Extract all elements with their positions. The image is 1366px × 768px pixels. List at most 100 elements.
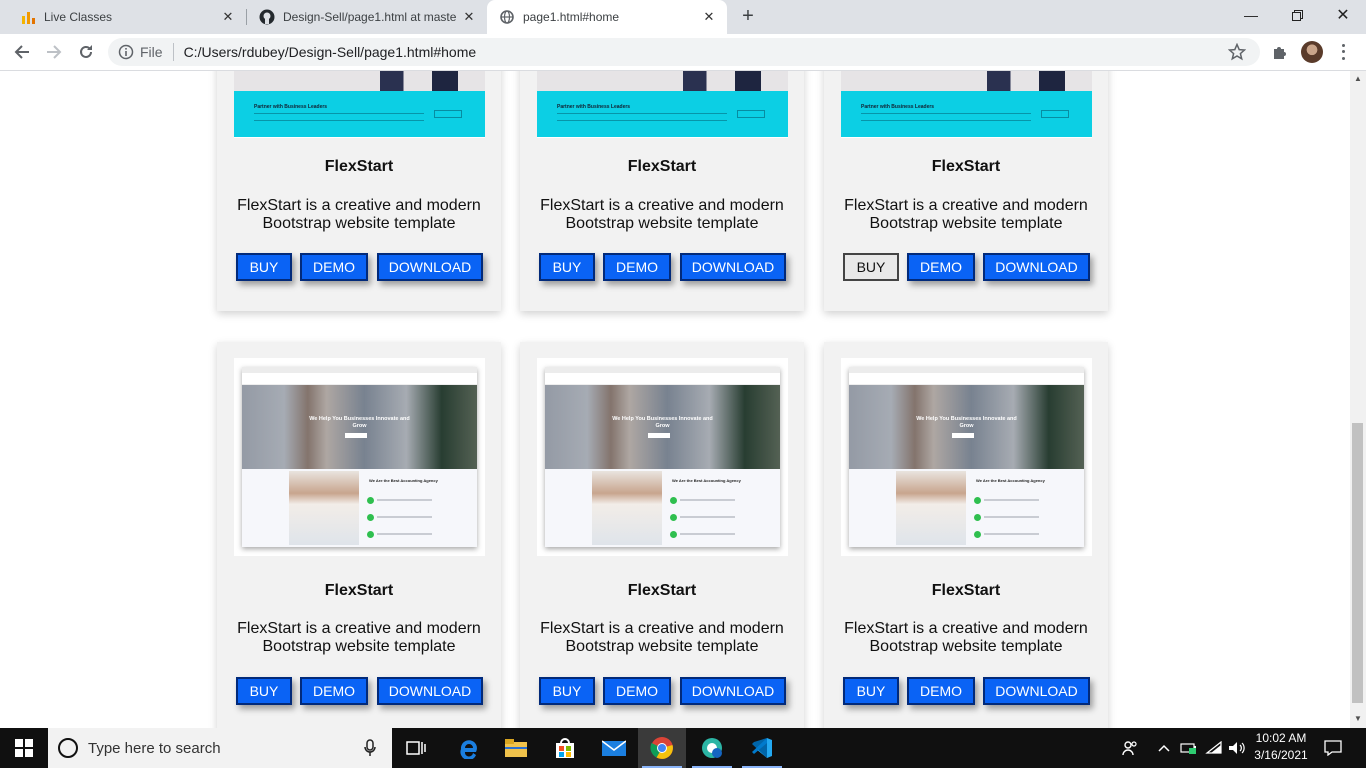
demo-button[interactable]: DEMO [300, 677, 368, 705]
card-title: FlexStart [324, 158, 394, 175]
system-clock[interactable]: 10:02 AM 3/16/2021 [1246, 730, 1316, 766]
buy-button[interactable]: BUY [539, 677, 595, 705]
thumb-caption: Partner with Business Leaders [861, 104, 935, 110]
taskbar-search-box[interactable]: Type here to search [48, 728, 392, 768]
demo-button[interactable]: DEMO [603, 677, 671, 705]
close-icon[interactable]: ✕ [220, 9, 236, 25]
demo-button[interactable]: DEMO [907, 253, 975, 281]
buy-button[interactable]: BUY [236, 253, 292, 281]
minimize-icon[interactable]: — [1228, 0, 1274, 30]
card-title: FlexStart [627, 582, 697, 599]
download-button[interactable]: DOWNLOAD [377, 253, 483, 281]
card-title: FlexStart [627, 158, 697, 175]
template-thumbnail[interactable]: We Help You Businesses Innovate and Grow… [234, 358, 485, 556]
chrome-icon[interactable] [638, 728, 686, 768]
browser-toolbar: File C:/Users/rdubey/Design-Sell/page1.h… [0, 34, 1366, 71]
demo-button[interactable]: DEMO [907, 677, 975, 705]
microphone-icon[interactable] [364, 739, 376, 757]
template-card: Partner with Business Leaders FlexStart … [520, 71, 804, 311]
thumb-headline: We Help You Businesses Innovate and Grow [916, 416, 1017, 429]
vscode-icon[interactable] [738, 728, 786, 768]
template-thumbnail[interactable]: Partner with Business Leaders [537, 71, 788, 138]
template-card: We Help You Businesses Innovate and Grow… [520, 342, 804, 728]
wifi-icon[interactable] [1203, 728, 1225, 768]
scroll-up-arrow-icon[interactable]: ▲ [1353, 74, 1363, 84]
reload-icon[interactable] [74, 40, 98, 64]
tab-page1[interactable]: page1.html#home ✕ [487, 0, 727, 34]
card-description: FlexStart is a creative and modern Boots… [844, 197, 1088, 232]
forward-arrow-icon[interactable] [42, 40, 66, 64]
buy-button[interactable]: BUY [539, 253, 595, 281]
scrollbar-thumb[interactable] [1352, 423, 1363, 703]
template-card: Partner with Business Leaders FlexStart … [824, 71, 1108, 311]
menu-kebab-icon[interactable] [1338, 42, 1348, 62]
search-placeholder: Type here to search [88, 739, 221, 757]
battery-icon[interactable] [1178, 728, 1200, 768]
back-arrow-icon[interactable] [10, 40, 34, 64]
card-description: FlexStart is a creative and modern Boots… [237, 620, 481, 655]
buy-button[interactable]: BUY [843, 677, 899, 705]
card-title: FlexStart [931, 158, 1001, 175]
taskbar: Type here to search 10:02 AM 3/16/2021 [0, 728, 1366, 768]
mail-icon[interactable] [590, 728, 638, 768]
notification-center-icon[interactable] [1318, 728, 1348, 768]
page-viewport: Partner with Business Leaders FlexStart … [0, 71, 1350, 728]
restore-icon[interactable] [1274, 0, 1320, 30]
tab-github[interactable]: Design-Sell/page1.html at maste ✕ [247, 0, 487, 34]
extensions-puzzle-icon[interactable] [1271, 43, 1289, 61]
template-card: Partner with Business Leaders FlexStart … [217, 71, 501, 311]
tab-title: page1.html#home [523, 10, 620, 24]
address-bar[interactable]: File C:/Users/rdubey/Design-Sell/page1.h… [108, 38, 1260, 66]
thumb-headline: We Help You Businesses Innovate and Grow [309, 416, 410, 429]
download-button[interactable]: DOWNLOAD [680, 677, 786, 705]
demo-button[interactable]: DEMO [300, 253, 368, 281]
template-thumbnail[interactable]: We Help You Businesses Innovate and Grow… [537, 358, 788, 556]
template-thumbnail[interactable]: Partner with Business Leaders [841, 71, 1092, 138]
close-window-icon[interactable]: ✕ [1320, 0, 1366, 30]
cortana-icon [58, 738, 78, 758]
people-icon[interactable] [1118, 728, 1142, 768]
card-description: FlexStart is a creative and modern Boots… [237, 197, 481, 232]
info-icon[interactable] [118, 44, 134, 60]
close-icon[interactable]: ✕ [461, 9, 477, 25]
thumb-subheading: We Are the Best Accounting Agency [976, 478, 1045, 483]
edge-icon[interactable] [444, 728, 492, 768]
url-text[interactable]: C:/Users/rdubey/Design-Sell/page1.html#h… [184, 44, 477, 60]
scheme-label: File [140, 44, 163, 60]
tab-strip: Live Classes ✕ Design-Sell/page1.html at… [0, 0, 1366, 34]
bookmark-star-icon[interactable] [1227, 42, 1247, 61]
edge-beta-icon[interactable] [688, 728, 736, 768]
speaker-icon[interactable] [1226, 728, 1248, 768]
template-card: We Help You Businesses Innovate and Grow… [824, 342, 1108, 728]
download-button[interactable]: DOWNLOAD [680, 253, 786, 281]
buy-button[interactable]: BUY [236, 677, 292, 705]
demo-button[interactable]: DEMO [603, 253, 671, 281]
task-view-icon[interactable] [392, 728, 440, 768]
windows-start-icon[interactable] [0, 728, 48, 768]
thumb-headline: We Help You Businesses Innovate and Grow [612, 416, 713, 429]
card-description: FlexStart is a creative and modern Boots… [540, 620, 784, 655]
file-explorer-icon[interactable] [492, 728, 540, 768]
tab-live-classes[interactable]: Live Classes ✕ [0, 0, 246, 34]
clock-time: 10:02 AM [1255, 731, 1307, 745]
close-icon[interactable]: ✕ [701, 9, 717, 25]
download-button[interactable]: DOWNLOAD [983, 253, 1090, 281]
card-description: FlexStart is a creative and modern Boots… [540, 197, 784, 232]
scroll-down-arrow-icon[interactable]: ▼ [1353, 714, 1363, 724]
download-button[interactable]: DOWNLOAD [983, 677, 1090, 705]
buy-button[interactable]: BUY [843, 253, 899, 281]
template-thumbnail[interactable]: We Help You Businesses Innovate and Grow… [841, 358, 1092, 556]
chevron-up-icon[interactable] [1155, 728, 1173, 768]
new-tab-button[interactable]: + [737, 5, 759, 27]
download-button[interactable]: DOWNLOAD [377, 677, 483, 705]
template-thumbnail[interactable]: Partner with Business Leaders [234, 71, 485, 138]
template-card: We Help You Businesses Innovate and Grow… [217, 342, 501, 728]
clock-date: 3/16/2021 [1254, 748, 1308, 762]
card-description: FlexStart is a creative and modern Boots… [844, 620, 1088, 655]
profile-avatar[interactable] [1301, 41, 1323, 63]
card-title: FlexStart [931, 582, 1001, 599]
github-icon [259, 9, 275, 25]
divider [172, 43, 174, 61]
thumb-caption: Partner with Business Leaders [557, 104, 631, 110]
store-icon[interactable] [541, 728, 589, 768]
